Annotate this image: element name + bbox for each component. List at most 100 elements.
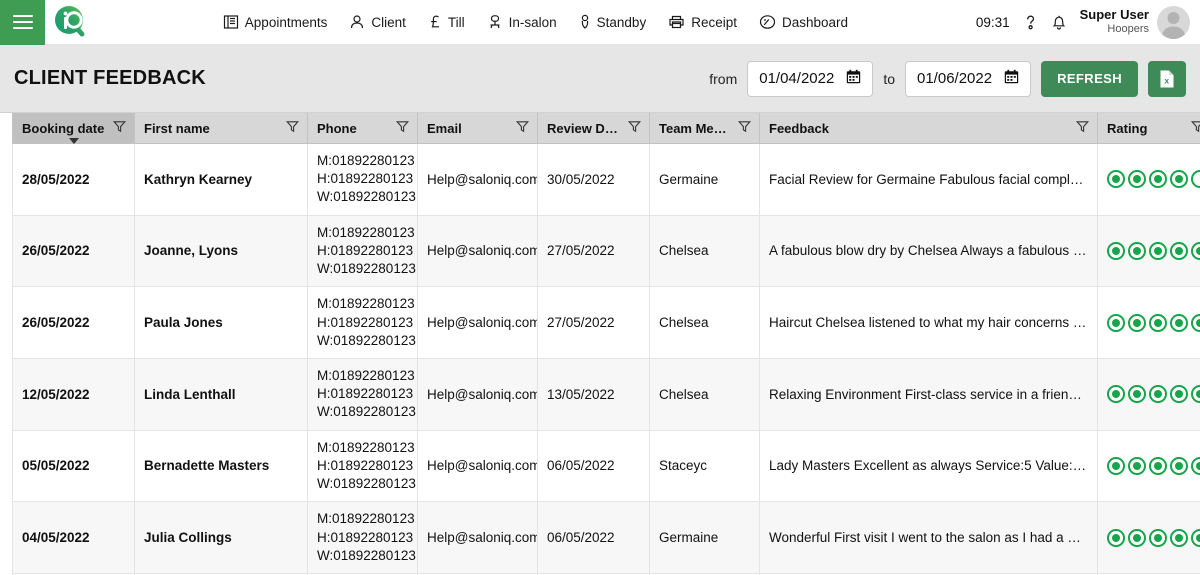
refresh-button[interactable]: REFRESH bbox=[1041, 60, 1138, 97]
rating-dots bbox=[1107, 385, 1200, 404]
feedback-text: Facial Review for Germaine Fabulous faci… bbox=[769, 171, 1088, 187]
phone-numbers: M:01892280123 H:01892280123 W:01892280123 bbox=[317, 511, 416, 563]
nav-item-till[interactable]: Till bbox=[428, 14, 465, 30]
filter-icon[interactable] bbox=[515, 120, 530, 136]
filter-icon[interactable] bbox=[627, 120, 642, 136]
user-salon-name: Hoopers bbox=[1107, 23, 1149, 36]
rating-dot-filled-icon bbox=[1170, 456, 1188, 475]
user-text: Super User Hoopers bbox=[1079, 7, 1149, 36]
rating-dot-filled-icon bbox=[1191, 456, 1200, 475]
notification-bell-icon[interactable] bbox=[1051, 14, 1067, 31]
user-name: Super User bbox=[1079, 7, 1149, 23]
column-header-phone[interactable]: Phone bbox=[307, 113, 418, 144]
rating-dot-filled-icon bbox=[1128, 385, 1146, 404]
table-row[interactable]: 05/05/2022 Bernadette Masters M:0189228012… bbox=[12, 429, 1200, 503]
nav-item-standby[interactable]: Standby bbox=[579, 14, 647, 30]
rating-dot-empty-icon bbox=[1191, 170, 1200, 189]
cell-feedback: Facial Review for Germaine Fabulous faci… bbox=[759, 143, 1098, 216]
calendar-icon[interactable] bbox=[846, 69, 861, 89]
rating-dots bbox=[1107, 241, 1200, 260]
column-header-first-name[interactable]: First name bbox=[134, 113, 308, 144]
rating-dot-filled-icon bbox=[1149, 313, 1167, 332]
date-from-input[interactable]: 01/04/2022 bbox=[747, 60, 874, 97]
column-header-review-date[interactable]: Review Date bbox=[537, 113, 650, 144]
printer-icon bbox=[668, 14, 685, 30]
nav-item-dashboard[interactable]: Dashboard bbox=[759, 14, 848, 30]
toolbar-controls: from 01/04/2022 to 01/06/2022 REFRESH x bbox=[709, 60, 1186, 97]
nav-label: Standby bbox=[596, 14, 647, 30]
date-to-value: 01/06/2022 bbox=[917, 70, 993, 87]
column-header-team-member[interactable]: Team Member bbox=[649, 113, 760, 144]
cell-phone: M:01892280123H:01892280123W:01892280123 bbox=[307, 357, 418, 431]
column-label: Phone bbox=[317, 120, 357, 136]
calendar-icon[interactable] bbox=[1004, 69, 1019, 89]
cell-team-member: Germaine bbox=[649, 501, 760, 574]
feedback-text: Lady Masters Excellent as always Service… bbox=[769, 458, 1088, 474]
nav-item-in-salon[interactable]: In-salon bbox=[487, 14, 557, 30]
rating-dot-filled-icon bbox=[1128, 528, 1146, 547]
nav-item-receipt[interactable]: Receipt bbox=[668, 14, 737, 30]
table-row[interactable]: 04/05/2022 Julia Collings M:01892280123 H:0… bbox=[12, 501, 1200, 574]
filter-icon[interactable] bbox=[737, 120, 752, 136]
nav-item-appointments[interactable]: Appointments bbox=[223, 14, 327, 30]
column-label: Email bbox=[427, 120, 462, 136]
excel-export-icon: x bbox=[1160, 70, 1174, 87]
top-navigation-bar: Appointments Client Till In-salon Standb… bbox=[0, 0, 1200, 45]
filter-icon[interactable] bbox=[285, 120, 300, 136]
nav-item-client[interactable]: Client bbox=[349, 14, 406, 30]
table-row[interactable]: 12/05/2022 Linda Lenthall M:01892280123 H:0… bbox=[12, 357, 1200, 431]
column-label: Booking date bbox=[22, 120, 105, 136]
help-icon[interactable] bbox=[1023, 14, 1038, 31]
cell-rating bbox=[1097, 501, 1200, 574]
cell-first-name: Julia Collings bbox=[134, 501, 308, 574]
rating-dots bbox=[1107, 528, 1200, 547]
standby-person-icon bbox=[579, 14, 591, 30]
filter-icon[interactable] bbox=[112, 120, 127, 136]
date-to-input[interactable]: 01/06/2022 bbox=[905, 60, 1032, 97]
table-row[interactable]: 28/05/2022 Kathryn Kearney M:01892280123 H:… bbox=[12, 143, 1200, 216]
table-row[interactable]: 26/05/2022 Joanne, Lyons M:01892280123 H:01… bbox=[12, 214, 1200, 288]
filter-icon[interactable] bbox=[1075, 120, 1090, 136]
cell-phone: M:01892280123H:01892280123W:01892280123 bbox=[307, 143, 418, 216]
rating-dot-filled-icon bbox=[1107, 241, 1125, 260]
rating-dots bbox=[1107, 456, 1200, 475]
column-header-booking-date[interactable]: Booking date bbox=[12, 113, 135, 144]
column-label: Team Member bbox=[659, 120, 732, 136]
column-header-email[interactable]: Email bbox=[417, 113, 538, 144]
column-label: Rating bbox=[1107, 120, 1148, 136]
export-excel-button[interactable]: x bbox=[1148, 60, 1186, 97]
pound-sterling-icon bbox=[428, 14, 442, 30]
rating-dot-filled-icon bbox=[1191, 385, 1200, 404]
page-toolbar: CLIENT FEEDBACK from 01/04/2022 to 01/06… bbox=[0, 45, 1200, 113]
date-from-value: 01/04/2022 bbox=[759, 70, 835, 87]
rating-dot-filled-icon bbox=[1170, 313, 1188, 332]
cell-booking-date: 04/05/2022 bbox=[12, 501, 135, 574]
column-header-feedback[interactable]: Feedback bbox=[759, 113, 1098, 144]
app-logo[interactable] bbox=[45, 0, 95, 45]
column-header-rating[interactable]: Rating bbox=[1097, 113, 1200, 144]
cell-booking-date: 26/05/2022 bbox=[12, 214, 135, 288]
table-row[interactable]: 26/05/2022 Paula Jones M:01892280123 H:0189… bbox=[12, 286, 1200, 359]
gauge-icon bbox=[759, 14, 776, 30]
svg-text:x: x bbox=[1164, 75, 1169, 85]
nav-label: In-salon bbox=[508, 14, 557, 30]
table-body: 28/05/2022 Kathryn Kearney M:01892280123 H:… bbox=[12, 143, 1200, 575]
filter-icon[interactable] bbox=[1190, 120, 1200, 136]
cell-email: Help@saloniq.com bbox=[417, 429, 538, 503]
rating-dots bbox=[1107, 170, 1200, 189]
cell-review-date: 06/05/2022 bbox=[537, 429, 650, 503]
book-icon bbox=[223, 14, 239, 30]
cell-phone: M:01892280123H:01892280123W:01892280123 bbox=[307, 286, 418, 359]
hamburger-menu-button[interactable] bbox=[0, 0, 45, 45]
cell-review-date: 30/05/2022 bbox=[537, 143, 650, 216]
cell-email: Help@saloniq.com bbox=[417, 357, 538, 431]
avatar[interactable] bbox=[1157, 5, 1190, 39]
phone-numbers: M:01892280123 H:01892280123 W:01892280123 bbox=[317, 153, 416, 205]
cell-team-member: Staceyc bbox=[649, 429, 760, 503]
sort-descending-caret-icon bbox=[68, 138, 79, 144]
feedback-text: Wonderful First visit I went to the salo… bbox=[769, 530, 1088, 546]
cell-feedback: Wonderful First visit I went to the salo… bbox=[759, 501, 1098, 574]
user-menu[interactable]: Super User Hoopers bbox=[1079, 5, 1190, 39]
filter-icon[interactable] bbox=[395, 120, 410, 136]
rating-dot-filled-icon bbox=[1128, 170, 1146, 189]
